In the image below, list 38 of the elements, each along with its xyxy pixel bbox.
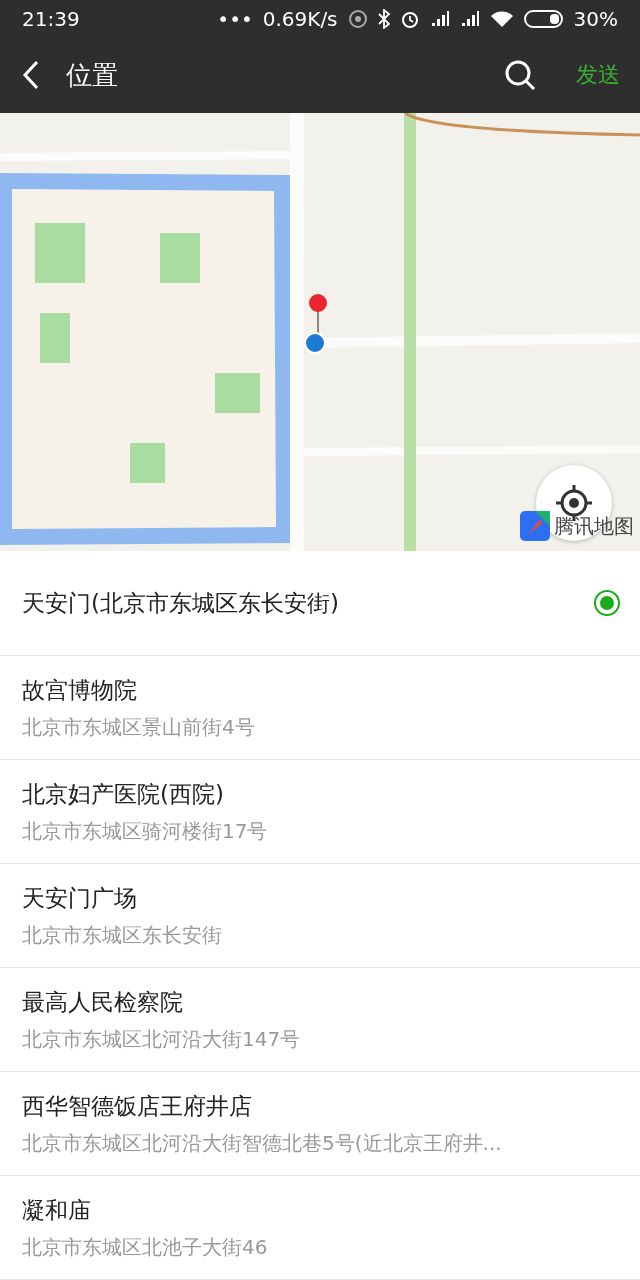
- location-pin-icon: [302, 292, 328, 355]
- place-name: 北京妇产医院(西院): [22, 779, 225, 809]
- page-title: 位置: [66, 59, 118, 92]
- place-name: 天安门(北京市东城区东长安街): [22, 588, 340, 618]
- place-item[interactable]: 最高人民检察院 北京市东城区北河沿大街147号: [0, 968, 640, 1072]
- place-address: 北京市东城区北河沿大街147号: [22, 1025, 302, 1053]
- place-name: 凝和庙: [22, 1195, 92, 1225]
- place-item[interactable]: 北京妇产医院(西院) 北京市东城区骑河楼街17号: [0, 760, 640, 864]
- signal-icon: [459, 10, 480, 29]
- place-name: 天安门广场: [22, 883, 138, 913]
- place-name: 西华智德饭店王府井店: [22, 1091, 253, 1121]
- place-item[interactable]: 天安门广场 北京市东城区东长安街: [0, 864, 640, 968]
- send-button[interactable]: 发送: [576, 56, 620, 95]
- status-time: 21:39: [22, 7, 80, 32]
- place-item[interactable]: 凝和庙 北京市东城区北池子大街46: [0, 1176, 640, 1280]
- place-address: 北京市东城区骑河楼街17号: [22, 817, 269, 845]
- place-address: 北京市东城区东长安街: [22, 921, 223, 949]
- map-logo-icon: [520, 511, 550, 541]
- place-item[interactable]: 天安门(北京市东城区东长安街): [0, 551, 640, 656]
- map-attribution: 腾讯地图: [554, 512, 634, 540]
- battery-percent: 30%: [573, 7, 618, 32]
- place-address: 北京市东城区北池子大街46: [22, 1233, 269, 1261]
- place-name: 最高人民检察院: [22, 987, 184, 1017]
- alarm-icon: [399, 9, 420, 30]
- battery-icon: [523, 9, 564, 30]
- place-address: 北京市东城区景山前街4号: [22, 713, 256, 741]
- place-name: 故宫博物院: [22, 675, 138, 705]
- bluetooth-icon: [377, 9, 390, 30]
- hotspot-icon: [347, 9, 368, 30]
- place-address: 北京市东城区北河沿大街智德北巷5号(近北京王府井...: [22, 1129, 503, 1157]
- place-item[interactable]: 故宫博物院 北京市东城区景山前街4号: [0, 656, 640, 760]
- wifi-icon: [489, 10, 514, 29]
- search-icon[interactable]: [504, 59, 536, 92]
- signal-icon: [429, 10, 450, 29]
- network-speed: 0.69K/s: [262, 7, 338, 32]
- place-item[interactable]: 西华智德饭店王府井店 北京市东城区北河沿大街智德北巷5号(近北京王府井...: [0, 1072, 640, 1176]
- notification-dots: •••: [217, 7, 253, 32]
- back-icon[interactable]: [22, 60, 40, 91]
